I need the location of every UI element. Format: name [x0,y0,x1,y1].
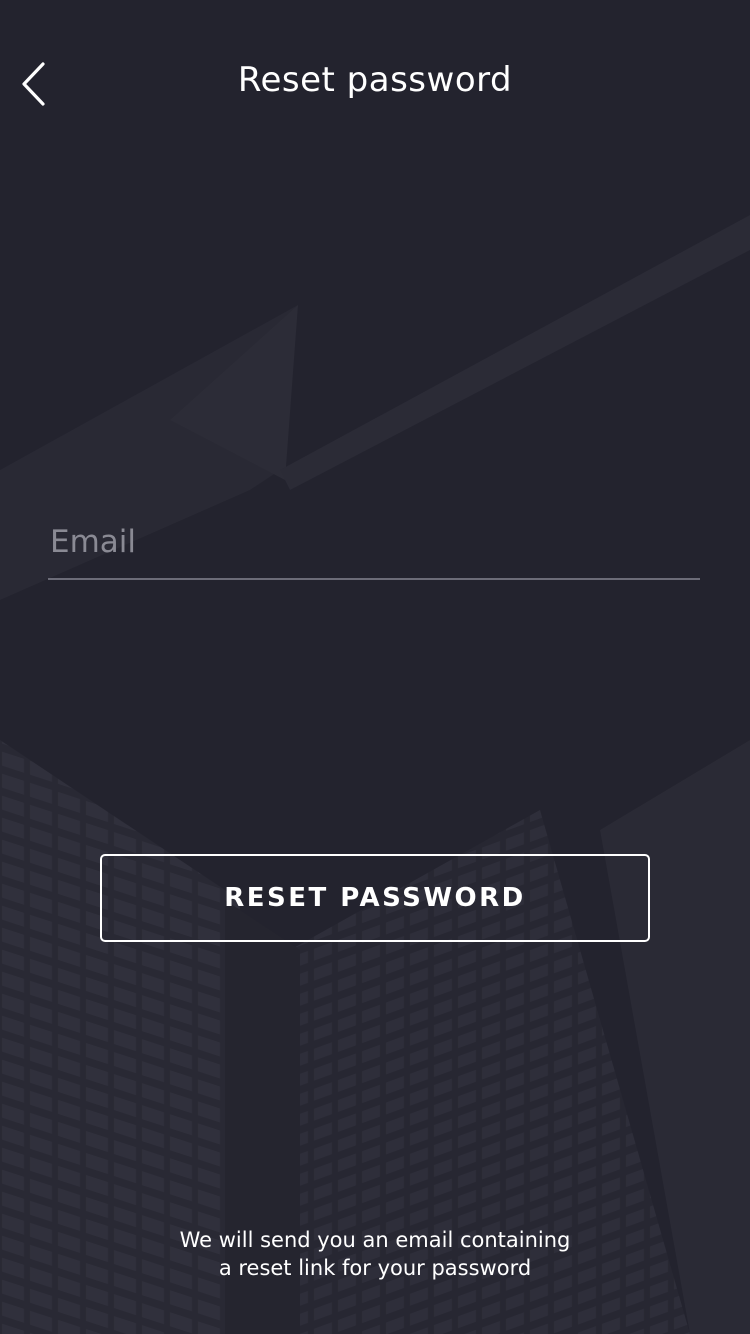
back-button[interactable] [6,52,62,116]
page-title: Reset password [237,60,513,100]
reset-password-screen: Reset password RESET PASSWORD We will se… [0,0,750,1334]
info-text: We will send you an email containing a r… [100,1226,650,1282]
reset-password-button[interactable]: RESET PASSWORD [100,854,650,942]
email-input[interactable] [50,518,690,566]
header: Reset password [0,40,750,120]
info-line-1: We will send you an email containing [179,1228,571,1252]
info-line-2: a reset link for your password [218,1256,532,1280]
email-field[interactable] [48,508,700,580]
background-architecture-image [0,215,750,1334]
chevron-left-icon [22,62,45,106]
